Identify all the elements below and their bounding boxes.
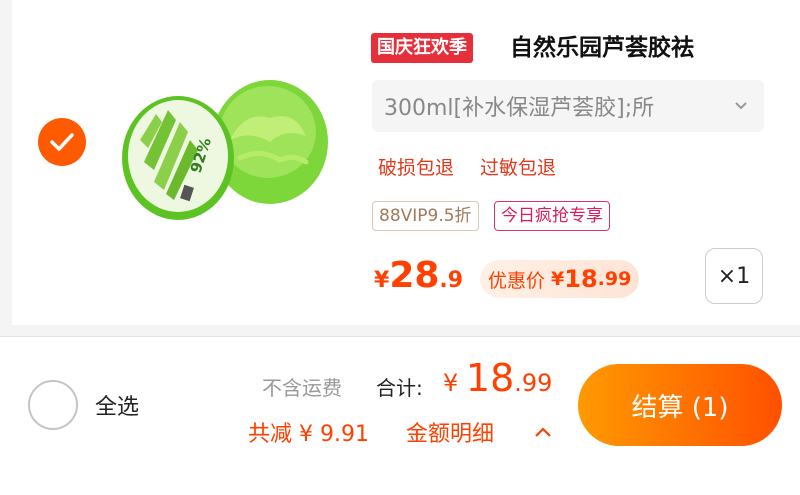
service-damage-return: 破损包退 xyxy=(378,157,455,179)
item-price: ¥28.9 xyxy=(374,255,463,296)
saved-amount: 共减 ¥ 9.91 xyxy=(248,422,369,447)
quantity-button[interactable]: ×1 xyxy=(705,248,763,304)
promo-label: 优惠价 xyxy=(488,269,546,292)
total-currency: ¥ xyxy=(443,369,466,397)
checkmark-icon xyxy=(50,133,74,151)
total-amount: ¥ 18.99 xyxy=(443,356,552,400)
total-integer: 18 xyxy=(465,356,515,400)
select-all-label[interactable]: 全选 xyxy=(95,389,139,421)
item-selected-checkbox[interactable] xyxy=(38,118,86,166)
checkout-button[interactable]: 结算 (1) xyxy=(578,364,782,446)
promo-integer: 18 xyxy=(564,265,598,293)
spec-text: 300ml[补水保湿芦荟胶];所 xyxy=(384,96,655,121)
product-title[interactable]: 自然乐园芦荟胶祛 xyxy=(510,30,694,66)
spec-selector[interactable]: 300ml[补水保湿芦荟胶];所 xyxy=(372,80,764,132)
total-label: 合计: xyxy=(376,376,423,400)
price-decimal: .9 xyxy=(439,268,464,293)
price-integer: 28 xyxy=(389,255,440,296)
amount-detail-link[interactable]: 金额明细 xyxy=(406,416,494,448)
promo-decimal: .99 xyxy=(597,268,632,290)
select-all-checkbox[interactable] xyxy=(28,380,78,430)
product-image[interactable]: 92% xyxy=(110,70,350,240)
chevron-down-icon xyxy=(732,97,750,115)
vip-discount-badge: 88VIP9.5折 xyxy=(372,201,479,231)
price-currency: ¥ xyxy=(374,268,390,293)
today-deal-badge: 今日疯抢专享 xyxy=(494,201,610,231)
promo-currency: ¥ xyxy=(551,268,565,290)
festival-tag: 国庆狂欢季 xyxy=(371,33,473,63)
total-decimal: .99 xyxy=(514,369,553,397)
freight-note: 不含运费 xyxy=(262,376,342,400)
promo-price-pill: 优惠价 ¥18.99 xyxy=(480,260,640,298)
service-allergy-return: 过敏包退 xyxy=(480,157,557,179)
chevron-up-icon[interactable] xyxy=(534,426,552,438)
